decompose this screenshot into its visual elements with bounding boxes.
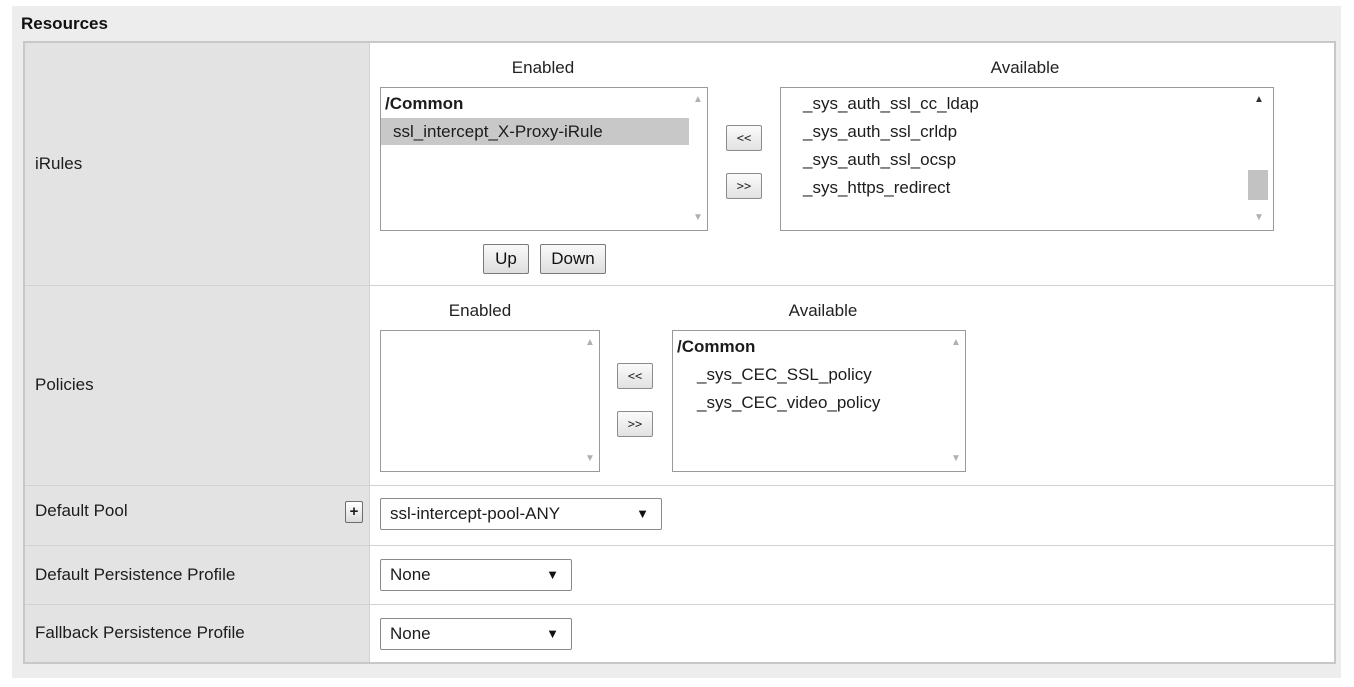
row-fallback-persistence: Fallback Persistence Profile None ▼	[23, 603, 1336, 664]
policies-move-left-button[interactable]: <<	[617, 362, 653, 389]
fallback-persistence-selected: None	[390, 623, 431, 643]
scroll-up-icon[interactable]: ▲	[1245, 91, 1273, 109]
list-item[interactable]: ssl_intercept_X-Proxy-iRule	[381, 118, 689, 145]
irules-move-left-button[interactable]: <<	[726, 125, 762, 151]
list-item[interactable]: _sys_https_redirect	[781, 174, 1255, 201]
default-pool-text: Default Pool	[35, 501, 128, 520]
dropdown-arrow-icon: ▼	[546, 566, 559, 582]
list-item[interactable]: _sys_CEC_SSL_policy	[673, 361, 947, 388]
default-pool-value: ssl-intercept-pool-ANY ▼	[369, 484, 1336, 546]
fallback-persistence-label: Fallback Persistence Profile	[23, 603, 370, 664]
row-policies: Policies Enabled Available ▲ ▼ << >> /Co…	[23, 284, 1336, 486]
scroll-up-icon[interactable]: ▲	[689, 91, 707, 109]
dropdown-arrow-icon: ▼	[636, 505, 649, 521]
row-irules: iRules Enabled Available /Common ssl_int…	[23, 41, 1336, 286]
default-pool-label: Default Pool +	[23, 484, 370, 546]
list-item[interactable]: _sys_auth_ssl_cc_ldap	[781, 90, 1255, 117]
list-item[interactable]: _sys_auth_ssl_crldp	[781, 118, 1255, 145]
scrollbar[interactable]: ▲ ▼	[689, 88, 707, 230]
scroll-up-icon[interactable]: ▲	[947, 334, 965, 352]
policies-available-list[interactable]: /Common _sys_CEC_SSL_policy _sys_CEC_vid…	[672, 329, 966, 472]
scroll-up-icon[interactable]: ▲	[581, 334, 599, 352]
section-title: Resources	[21, 14, 108, 33]
policies-enabled-list[interactable]: ▲ ▼	[380, 329, 600, 472]
list-item[interactable]: _sys_CEC_video_policy	[673, 389, 947, 416]
resources-table: iRules Enabled Available /Common ssl_int…	[23, 41, 1336, 664]
row-default-persistence: Default Persistence Profile None ▼	[23, 544, 1336, 605]
default-persistence-label: Default Persistence Profile	[23, 544, 370, 605]
list-item[interactable]: _sys_auth_ssl_ocsp	[781, 146, 1255, 173]
irules-move-right-button[interactable]: >>	[726, 173, 762, 199]
default-pool-selected: ssl-intercept-pool-ANY	[390, 503, 561, 523]
irules-enabled-header: Enabled	[511, 58, 575, 77]
fallback-persistence-value: None ▼	[369, 603, 1336, 664]
scrollbar-thumb[interactable]	[1248, 170, 1268, 200]
irules-label: iRules	[23, 41, 370, 286]
scrollbar[interactable]: ▲ ▼	[581, 330, 599, 471]
default-pool-select[interactable]: ssl-intercept-pool-ANY ▼	[380, 497, 662, 530]
policies-value: Enabled Available ▲ ▼ << >> /Common _sys…	[369, 284, 1336, 486]
irules-enabled-list[interactable]: /Common ssl_intercept_X-Proxy-iRule ▲ ▼	[380, 87, 708, 231]
policies-move-right-button[interactable]: >>	[617, 410, 653, 437]
irules-available-header: Available	[990, 58, 1060, 77]
list-group[interactable]: /Common	[673, 333, 947, 360]
irules-available-list[interactable]: _sys_auth_ssl_cc_ldap _sys_auth_ssl_crld…	[780, 87, 1274, 231]
move-up-button[interactable]: Up	[483, 244, 529, 274]
row-default-pool: Default Pool + ssl-intercept-pool-ANY ▼	[23, 484, 1336, 546]
scroll-down-icon[interactable]: ▼	[581, 450, 599, 468]
default-persistence-select[interactable]: None ▼	[380, 558, 572, 591]
scrollbar[interactable]: ▲ ▼	[1245, 88, 1273, 230]
scroll-down-icon[interactable]: ▼	[947, 450, 965, 468]
default-persistence-selected: None	[390, 564, 431, 584]
policies-available-header: Available	[788, 300, 858, 320]
policies-enabled-header: Enabled	[448, 300, 512, 320]
default-persistence-value: None ▼	[369, 544, 1336, 605]
dropdown-arrow-icon: ▼	[546, 625, 559, 641]
list-group[interactable]: /Common	[381, 90, 689, 117]
resources-panel: Resources iRules Enabled Available /Comm…	[12, 6, 1341, 678]
move-down-button[interactable]: Down	[540, 244, 606, 274]
scroll-down-icon[interactable]: ▼	[689, 209, 707, 227]
policies-label: Policies	[23, 284, 370, 486]
add-pool-button[interactable]: +	[345, 500, 363, 523]
scroll-down-icon[interactable]: ▼	[1245, 209, 1273, 227]
irules-value: Enabled Available /Common ssl_intercept_…	[369, 41, 1336, 286]
scrollbar[interactable]: ▲ ▼	[947, 330, 965, 471]
fallback-persistence-select[interactable]: None ▼	[380, 617, 572, 650]
